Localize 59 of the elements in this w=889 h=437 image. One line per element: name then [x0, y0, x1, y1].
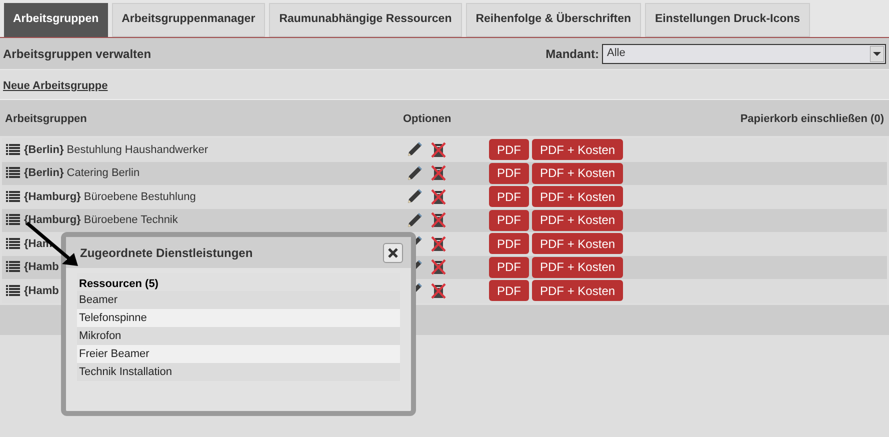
- pdf-button[interactable]: PDF: [489, 256, 529, 278]
- pdf-costs-button[interactable]: PDF + Kosten: [532, 256, 624, 278]
- tab[interactable]: Raumunabhängige Ressourcen: [269, 3, 462, 37]
- popup-title: Zugeordnete Dienstleistungen: [80, 244, 253, 262]
- pdf-button[interactable]: PDF: [489, 139, 529, 160]
- section-title: Arbeitsgruppen verwalten: [3, 46, 152, 62]
- pdf-button[interactable]: PDF: [489, 233, 529, 254]
- pdf-button[interactable]: PDF: [489, 210, 529, 231]
- list-icon[interactable]: [6, 214, 20, 226]
- tab[interactable]: Arbeitsgruppenmanager: [112, 3, 266, 37]
- pdf-costs-button[interactable]: PDF + Kosten: [532, 139, 624, 160]
- pdf-button[interactable]: PDF: [489, 280, 529, 302]
- resource-item: Technik Installation: [77, 363, 400, 381]
- group-name: {Hamb: [24, 260, 59, 275]
- list-icon[interactable]: [6, 284, 20, 297]
- tab[interactable]: Arbeitsgruppen: [4, 3, 108, 37]
- delete-icon[interactable]: [431, 165, 446, 182]
- delete-icon[interactable]: [431, 212, 446, 228]
- list-icon[interactable]: [6, 190, 20, 203]
- pdf-costs-button[interactable]: PDF + Kosten: [532, 210, 624, 231]
- close-button[interactable]: [383, 242, 403, 262]
- pdf-button[interactable]: PDF: [489, 162, 529, 184]
- pencil-icon[interactable]: [406, 212, 423, 229]
- mandant-select[interactable]: Alle: [602, 44, 886, 64]
- delete-icon[interactable]: [431, 236, 446, 252]
- resource-item: Beamer: [77, 291, 400, 309]
- resource-item: Freier Beamer: [77, 345, 400, 363]
- pdf-costs-button[interactable]: PDF + Kosten: [532, 186, 624, 208]
- pdf-button[interactable]: PDF: [489, 186, 529, 208]
- delete-icon[interactable]: [431, 259, 446, 276]
- group-name: {Berlin} Bestuhlung Haushandwerker: [24, 142, 208, 158]
- pdf-costs-button[interactable]: PDF + Kosten: [532, 162, 624, 184]
- pdf-costs-button[interactable]: PDF + Kosten: [532, 280, 624, 302]
- list-icon[interactable]: [6, 261, 20, 274]
- column-header: Papierkorb einschließen (0): [740, 112, 884, 128]
- group-name: {Hamb: [24, 284, 59, 298]
- resource-item: Telefonspinne: [77, 309, 400, 327]
- delete-icon[interactable]: [431, 188, 446, 205]
- list-icon[interactable]: [6, 238, 20, 250]
- group-name: {Hamburg} Büroebene Bestuhlung: [24, 190, 196, 204]
- resource-item: Mikrofon: [77, 327, 400, 345]
- column-header: Arbeitsgruppen: [5, 112, 88, 128]
- tab[interactable]: Reihenfolge & Überschriften: [466, 3, 642, 37]
- pencil-icon[interactable]: [406, 141, 423, 158]
- new-group-link[interactable]: Neue Arbeitsgruppe: [3, 80, 108, 92]
- tab[interactable]: Einstellungen Druck-Icons: [645, 3, 810, 37]
- list-icon[interactable]: [6, 144, 20, 156]
- dropdown-arrow-icon: [870, 46, 884, 62]
- group-name: {Berlin} Catering Berlin: [24, 166, 140, 181]
- delete-icon[interactable]: [431, 142, 446, 158]
- pencil-icon[interactable]: [406, 188, 423, 206]
- column-header: Optionen: [403, 112, 452, 128]
- pencil-icon[interactable]: [406, 164, 423, 182]
- pdf-costs-button[interactable]: PDF + Kosten: [532, 233, 624, 254]
- list-icon[interactable]: [6, 167, 20, 180]
- mandant-label: Mandant:: [546, 46, 599, 62]
- close-icon: [388, 248, 398, 258]
- group-name: {Hamburg} Büroebene Technik: [24, 213, 178, 228]
- delete-icon[interactable]: [431, 282, 446, 299]
